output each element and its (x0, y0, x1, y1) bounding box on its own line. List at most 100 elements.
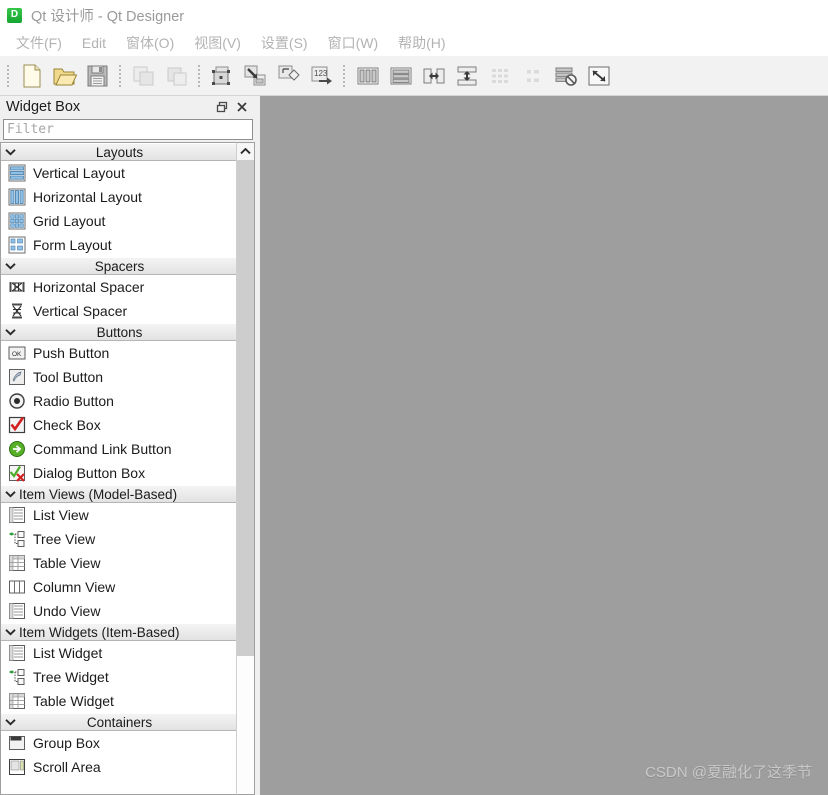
menu-item-edit[interactable]: Edit (72, 33, 116, 53)
widget-item-list-widget[interactable]: List Widget (1, 641, 236, 665)
section-header-spacers[interactable]: Spacers (1, 257, 236, 275)
break-layout-button[interactable] (549, 60, 582, 92)
new-form-button[interactable] (15, 60, 48, 92)
save-form-button[interactable] (81, 60, 114, 92)
chevron-up-icon[interactable] (237, 143, 254, 160)
widget-item-command-link-button[interactable]: Command Link Button (1, 437, 236, 461)
widget-item-radio-button[interactable]: Radio Button (1, 389, 236, 413)
widget-item-dialog-button-box[interactable]: Dialog Button Box (1, 461, 236, 485)
table-widget-icon (7, 691, 27, 711)
widget-item-label: Scroll Area (33, 759, 101, 775)
widget-item-table-view[interactable]: Table View (1, 551, 236, 575)
vertical-layout-icon (7, 163, 27, 183)
menu-item-settings[interactable]: 设置(S) (251, 31, 318, 55)
widget-item-label: Tree Widget (33, 669, 109, 685)
menu-item-window[interactable]: 窗口(W) (318, 31, 389, 55)
widget-item-group-box[interactable]: Group Box (1, 731, 236, 755)
push-button-icon: OK (7, 343, 27, 363)
chevron-down-icon (1, 628, 19, 636)
widget-item-label: Tool Button (33, 369, 104, 385)
close-icon[interactable] (232, 98, 252, 116)
widget-item-grid-layout[interactable]: Grid Layout (1, 209, 236, 233)
widget-item-label: Push Button (33, 345, 110, 361)
widget-item-tool-button[interactable]: Tool Button (1, 365, 236, 389)
search-input[interactable] (3, 119, 253, 140)
widget-item-list-view[interactable]: List View (1, 503, 236, 527)
paste-button[interactable] (160, 60, 193, 92)
scrollbar-thumb[interactable] (237, 160, 254, 656)
adjust-size-button[interactable] (582, 60, 615, 92)
group-box-icon (7, 733, 27, 753)
widget-item-tree-view[interactable]: Tree View (1, 527, 236, 551)
widget-item-label: Form Layout (33, 237, 112, 253)
widget-tree[interactable]: Layouts Vertical Layout Horizontal Layou… (0, 142, 236, 795)
menu-bar: 文件(F) Edit 窗体(O) 视图(V) 设置(S) 窗口(W) 帮助(H) (0, 30, 828, 56)
widget-box-scrollbar[interactable] (236, 142, 255, 795)
widget-item-table-widget[interactable]: Table Widget (1, 689, 236, 713)
edit-widgets-button[interactable] (206, 60, 239, 92)
edit-signals-slots-button[interactable] (239, 60, 272, 92)
section-label: Containers (86, 714, 153, 730)
widget-item-push-button[interactable]: OK Push Button (1, 341, 236, 365)
widget-item-label: Check Box (33, 417, 101, 433)
layout-splitter-horizontal-button[interactable] (417, 60, 450, 92)
open-form-button[interactable] (48, 60, 81, 92)
restore-float-icon[interactable] (212, 98, 232, 116)
section-label: Spacers (94, 258, 145, 274)
widget-item-scroll-area[interactable]: Scroll Area (1, 755, 236, 779)
widget-item-undo-view[interactable]: Undo View (1, 599, 236, 623)
widget-item-label: Dialog Button Box (33, 465, 146, 481)
toolbar-drag-handle[interactable] (5, 62, 12, 89)
edit-tab-order-button[interactable]: 123 (305, 60, 338, 92)
widget-item-column-view[interactable]: Column View (1, 575, 236, 599)
widget-item-tree-widget[interactable]: Tree Widget (1, 665, 236, 689)
menu-item-file[interactable]: 文件(F) (6, 31, 72, 55)
layout-vertically-button[interactable] (384, 60, 417, 92)
tool-button-icon (7, 367, 27, 387)
vertical-spacer-icon (7, 301, 27, 321)
widget-item-label: Undo View (33, 603, 101, 619)
column-view-icon (7, 577, 27, 597)
layout-horizontally-button[interactable] (351, 60, 384, 92)
section-header-containers[interactable]: Containers (1, 713, 236, 731)
section-header-buttons[interactable]: Buttons (1, 323, 236, 341)
widget-item-vertical-layout[interactable]: Vertical Layout (1, 161, 236, 185)
command-link-button-icon (7, 439, 27, 459)
scrollbar-track[interactable] (237, 160, 254, 794)
menu-item-help[interactable]: 帮助(H) (388, 31, 455, 55)
widget-box-dock: Widget Box Filter Layouts Vertical Layou… (0, 96, 256, 795)
toolbar-separator-3 (341, 62, 348, 89)
layout-grid-button[interactable] (483, 60, 516, 92)
widget-item-label: Horizontal Layout (33, 189, 142, 205)
qt-designer-window: D Qt 设计师 - Qt Designer 文件(F) Edit 窗体(O) … (0, 0, 828, 795)
widget-item-label: Column View (33, 579, 116, 595)
grid-layout-icon (7, 211, 27, 231)
tree-widget-icon (7, 667, 27, 687)
chevron-down-icon (1, 490, 19, 498)
section-header-layouts[interactable]: Layouts (1, 143, 236, 161)
chevron-down-icon (1, 262, 19, 270)
widget-item-vertical-spacer[interactable]: Vertical Spacer (1, 299, 236, 323)
undo-view-icon (7, 601, 27, 621)
menu-item-form[interactable]: 窗体(O) (116, 31, 184, 55)
section-header-item-widgets[interactable]: Item Widgets (Item-Based) (1, 623, 236, 641)
widget-item-horizontal-layout[interactable]: Horizontal Layout (1, 185, 236, 209)
svg-text:123: 123 (314, 69, 328, 78)
layout-splitter-vertical-button[interactable] (450, 60, 483, 92)
dialog-button-box-icon (7, 463, 27, 483)
toolbar-separator-1 (117, 62, 124, 89)
layout-form-button[interactable] (516, 60, 549, 92)
scroll-area-icon (7, 757, 27, 777)
section-header-item-views[interactable]: Item Views (Model-Based) (1, 485, 236, 503)
copy-button[interactable] (127, 60, 160, 92)
widget-item-horizontal-spacer[interactable]: Horizontal Spacer (1, 275, 236, 299)
widget-item-label: Grid Layout (33, 213, 106, 229)
chevron-down-icon (1, 718, 19, 726)
edit-buddies-button[interactable] (272, 60, 305, 92)
widget-item-form-layout[interactable]: Form Layout (1, 233, 236, 257)
toolbar-separator-2 (196, 62, 203, 89)
designer-canvas-area[interactable]: CSDN @夏融化了这季节 (260, 96, 828, 795)
menu-item-view[interactable]: 视图(V) (184, 31, 251, 55)
csdn-watermark: CSDN @夏融化了这季节 (645, 764, 812, 781)
widget-item-check-box[interactable]: Check Box (1, 413, 236, 437)
